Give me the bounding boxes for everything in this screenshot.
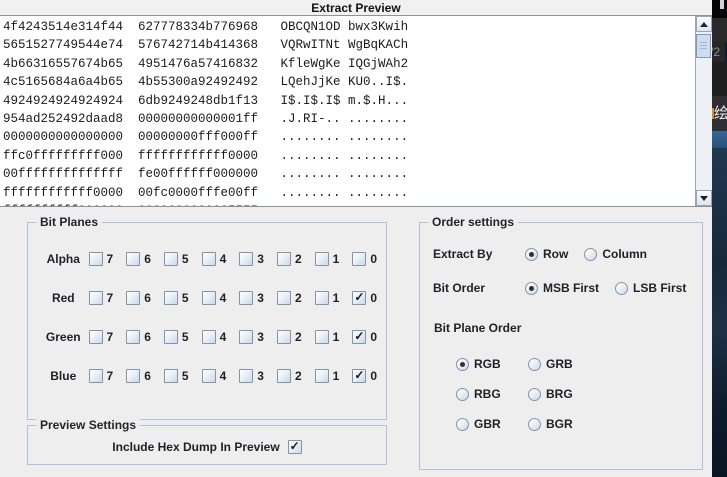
bit-plane-row-red: Red76543210 (42, 278, 386, 317)
bit-plane-order-option-rbg[interactable]: RBG (456, 379, 528, 409)
bit-plane-order-option-rgb[interactable]: RGB (456, 349, 528, 379)
bit-plane-row-green: Green76543210 (42, 317, 386, 356)
arrow-up-icon (700, 22, 708, 27)
bitplane-alpha-bit-1-checkbox[interactable] (315, 252, 329, 266)
order-settings-group: Order settings Extract By RowColumn Bit … (419, 222, 703, 470)
radio-icon (456, 388, 469, 401)
scrollbar-thumb[interactable] (696, 34, 711, 58)
bitplane-alpha-bit-5-checkbox[interactable] (164, 252, 178, 266)
preview-settings-group: Preview Settings Include Hex Dump In Pre… (27, 425, 387, 465)
bitplane-green-bit-5-checkbox[interactable] (164, 330, 178, 344)
bit-plane-order-option-brg[interactable]: BRG (528, 379, 600, 409)
bitplane-blue-bit-2-checkbox[interactable] (277, 369, 291, 383)
radio-icon (525, 248, 538, 261)
background-gradient (712, 148, 727, 477)
bitplane-green-bit-7-checkbox[interactable] (89, 330, 103, 344)
bit-plane-row-label: Green (42, 330, 85, 344)
bitplane-green-bit-6-checkbox[interactable] (126, 330, 140, 344)
radio-icon (528, 418, 541, 431)
bitplane-red-bit-3-checkbox[interactable] (239, 291, 253, 305)
preview-settings-group-title: Preview Settings (36, 418, 140, 432)
radio-icon (584, 248, 597, 261)
bitplane-red-bit-1-checkbox[interactable] (315, 291, 329, 305)
bit-plane-order-option-grb[interactable]: GRB (528, 349, 600, 379)
bitplane-red-bit-2-checkbox[interactable] (277, 291, 291, 305)
bitplane-blue-bit-0-checkbox[interactable] (352, 369, 366, 383)
background-desktop: /2 绘 (712, 0, 727, 477)
bit-plane-order-option-gbr[interactable]: GBR (456, 409, 528, 439)
bit-plane-row-label: Red (42, 291, 85, 305)
bit-order-label: Bit Order (433, 281, 509, 295)
bit-plane-order-grid: RGBGRBRBGBRGGBRBGR (456, 349, 702, 439)
arrow-down-icon (700, 196, 708, 201)
bitplane-alpha-bit-0-checkbox[interactable] (352, 252, 366, 266)
bitplane-alpha-bit-4-checkbox[interactable] (202, 252, 216, 266)
background-page-indicator: /2 (712, 42, 725, 62)
scrollbar-track[interactable] (696, 32, 712, 190)
bit-plane-row-blue: Blue76543210 (42, 356, 386, 395)
extract-by-option-column[interactable]: Column (584, 247, 647, 261)
bitplane-green-bit-1-checkbox[interactable] (315, 330, 329, 344)
bit-planes-group-title: Bit Planes (36, 215, 102, 229)
order-settings-group-title: Order settings (428, 215, 518, 229)
radio-icon (615, 282, 628, 295)
hex-preview-textarea[interactable]: 4f4243514e314f44 627778334b776968 OBCQN1… (0, 16, 695, 206)
bitplane-alpha-bit-2-checkbox[interactable] (277, 252, 291, 266)
scroll-up-button[interactable] (696, 16, 712, 32)
bit-order-option-lsb-first[interactable]: LSB First (615, 281, 686, 295)
radio-icon (456, 358, 469, 371)
background-selection-bar (712, 131, 727, 148)
extract-by-row: Extract By Row Column (433, 247, 702, 261)
bitplane-red-bit-4-checkbox[interactable] (202, 291, 216, 305)
scroll-down-button[interactable] (696, 190, 712, 206)
dialog-title: Extract Preview (0, 0, 712, 15)
radio-icon (528, 388, 541, 401)
bitplane-alpha-bit-3-checkbox[interactable] (239, 252, 253, 266)
background-upper (712, 18, 727, 42)
bitplane-alpha-bit-6-checkbox[interactable] (126, 252, 140, 266)
background-window-fragment (720, 0, 724, 9)
extract-by-label: Extract By (433, 247, 509, 261)
bitplane-blue-bit-5-checkbox[interactable] (164, 369, 178, 383)
bit-plane-row-label: Blue (42, 369, 85, 383)
bit-planes-group: Bit Planes Alpha76543210Red76543210Green… (27, 222, 387, 420)
bitplane-red-bit-7-checkbox[interactable] (89, 291, 103, 305)
bitplane-blue-bit-4-checkbox[interactable] (202, 369, 216, 383)
radio-icon (456, 418, 469, 431)
bitplane-green-bit-3-checkbox[interactable] (239, 330, 253, 344)
bit-plane-order-label: Bit Plane Order (434, 321, 702, 335)
bit-plane-order-option-bgr[interactable]: BGR (528, 409, 600, 439)
extract-by-option-row[interactable]: Row (525, 247, 568, 261)
bitplane-green-bit-0-checkbox[interactable] (352, 330, 366, 344)
hex-preview-area: 4f4243514e314f44 627778334b776968 OBCQN1… (0, 15, 712, 207)
bitplane-red-bit-5-checkbox[interactable] (164, 291, 178, 305)
bitplane-red-bit-0-checkbox[interactable] (352, 291, 366, 305)
screen: Extract Preview 4f4243514e314f44 6277783… (0, 0, 727, 477)
extract-preview-dialog: Extract Preview 4f4243514e314f44 6277783… (0, 0, 712, 477)
radio-icon (528, 358, 541, 371)
bit-plane-row-label: Alpha (42, 252, 85, 266)
background-mid (712, 62, 727, 96)
bit-order-row: Bit Order MSB First LSB First (433, 281, 702, 295)
bitplane-green-bit-2-checkbox[interactable] (277, 330, 291, 344)
include-hex-label: Include Hex Dump In Preview (112, 440, 279, 454)
bitplane-blue-bit-1-checkbox[interactable] (315, 369, 329, 383)
bitplane-red-bit-6-checkbox[interactable] (126, 291, 140, 305)
include-hex-checkbox[interactable] (288, 440, 302, 454)
bitplane-alpha-bit-7-checkbox[interactable] (89, 252, 103, 266)
bit-planes-rows: Alpha76543210Red76543210Green76543210Blu… (28, 223, 386, 395)
bit-plane-row-alpha: Alpha76543210 (42, 239, 386, 278)
vertical-scrollbar (695, 16, 712, 206)
background-cjk-label: 绘 (712, 96, 727, 131)
bit-order-option-msb-first[interactable]: MSB First (525, 281, 599, 295)
bitplane-green-bit-4-checkbox[interactable] (202, 330, 216, 344)
orange-tick-icon (712, 108, 714, 119)
bitplane-blue-bit-7-checkbox[interactable] (89, 369, 103, 383)
radio-icon (525, 282, 538, 295)
bitplane-blue-bit-3-checkbox[interactable] (239, 369, 253, 383)
bitplane-blue-bit-6-checkbox[interactable] (126, 369, 140, 383)
